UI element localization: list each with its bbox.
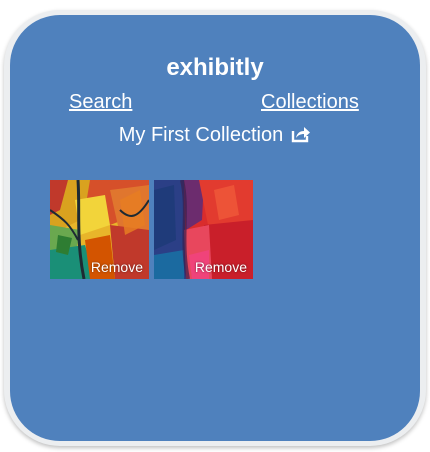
share-icon[interactable] [291,125,311,149]
collection-item-thumbnail[interactable]: Remove [154,180,253,279]
app-frame: exhibitly Search Collections My First Co… [4,10,426,446]
nav-search-link[interactable]: Search [69,91,132,114]
nav-collections-link[interactable]: Collections [261,91,359,114]
collection-title: My First Collection [118,124,284,146]
remove-button[interactable]: Remove [195,259,247,275]
app-title: exhibitly [166,54,264,81]
collection-header: My First Collection [10,124,420,149]
remove-button[interactable]: Remove [91,259,143,275]
app-panel: exhibitly Search Collections My First Co… [10,15,420,441]
collection-item-thumbnail[interactable]: Remove [50,180,149,279]
